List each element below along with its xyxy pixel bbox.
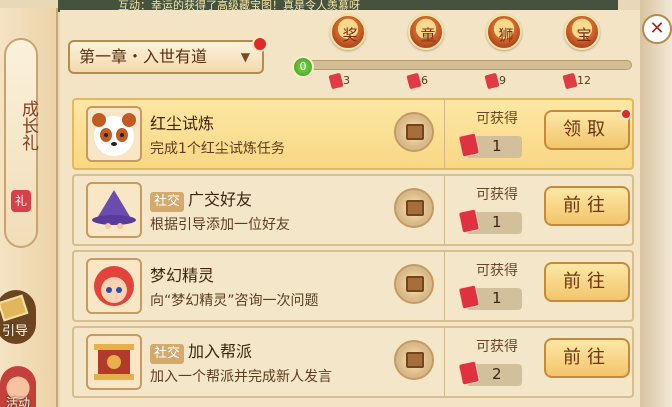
task-row: 梦幻精灵 向“梦幻精灵”咨询一次问题 可获得 1 前往	[72, 250, 634, 322]
social-tag: 社交	[150, 192, 185, 212]
milestone-count: 3	[343, 74, 350, 87]
milestone-count: 6	[421, 74, 428, 87]
red-envelope-icon	[328, 72, 344, 90]
task-description: 加入一个帮派并完成新人发言	[150, 369, 332, 385]
event-label: 活动	[5, 396, 30, 407]
milestone-icon: 童	[408, 14, 444, 50]
milestone-reward[interactable]: 奖 3	[328, 14, 368, 94]
obtain-label: 可获得	[476, 111, 518, 127]
task-title: 梦幻精灵	[150, 266, 215, 285]
reward-amount: 1	[457, 132, 522, 158]
milestone-count: 12	[577, 74, 591, 87]
task-description: 向“梦幻精灵”咨询一次问题	[150, 293, 319, 309]
task-row: 社交 加入帮派 加入一个帮派并完成新人发言 可获得 2 前往	[72, 326, 634, 398]
milestone-reward[interactable]: 宝 12	[562, 14, 602, 94]
guide-label: 引导	[1, 324, 28, 339]
obtain-label: 可获得	[476, 339, 518, 355]
go-button[interactable]: 前往	[544, 338, 630, 378]
claim-button[interactable]: 领取	[544, 108, 632, 150]
reward-amount: 1	[457, 284, 522, 310]
red-envelope-icon	[457, 360, 481, 386]
divider	[444, 176, 445, 244]
task-title: 社交 加入帮派	[150, 338, 252, 364]
mage-hat-icon	[86, 182, 142, 238]
go-button[interactable]: 前往	[544, 186, 630, 226]
book-reward-icon	[394, 112, 434, 152]
divider	[444, 100, 445, 168]
task-row: 社交 广交好友 根据引导添加一位好友 可获得 1 前往	[72, 174, 634, 246]
panda-icon	[86, 106, 142, 162]
notification-dot	[620, 108, 632, 120]
task-row: 红尘试炼 完成1个红尘试炼任务 可获得 1 领取	[72, 98, 634, 170]
chevron-down-icon: ▼	[240, 50, 250, 64]
task-description: 根据引导添加一位好友	[150, 217, 290, 233]
go-button[interactable]: 前往	[544, 262, 630, 302]
obtain-label: 可获得	[476, 263, 518, 279]
growth-gift-label: 成长礼	[18, 100, 38, 151]
book-reward-icon	[394, 264, 434, 304]
growth-gift-tab[interactable]: 成长礼 礼	[4, 38, 38, 248]
book-reward-icon	[394, 340, 434, 380]
milestone-reward[interactable]: 狮 9	[484, 14, 524, 94]
milestone-reward[interactable]: 童 6	[406, 14, 446, 94]
task-description: 完成1个红尘试炼任务	[150, 141, 285, 157]
milestone-icon: 狮	[486, 14, 522, 50]
divider	[444, 252, 445, 320]
red-envelope-icon	[562, 72, 578, 90]
reward-amount: 2	[457, 360, 522, 386]
reward-amount: 1	[457, 208, 522, 234]
notification-dot	[252, 36, 268, 52]
close-icon[interactable]: ✕	[642, 14, 672, 44]
task-panel: 第一章・入世有道 ▼ 0 奖 3 童 6 狮 9 宝 12 红尘试炼 完成1个红…	[60, 10, 640, 407]
divider	[444, 328, 445, 396]
chapter-label: 第一章・入世有道	[79, 47, 208, 66]
book-reward-icon	[394, 188, 434, 228]
red-envelope-icon	[457, 284, 481, 310]
guild-banner-icon	[86, 334, 142, 390]
book-icon	[0, 294, 29, 322]
obtain-label: 可获得	[476, 187, 518, 203]
red-envelope-icon	[406, 72, 422, 90]
red-envelope-icon	[484, 72, 500, 90]
social-tag: 社交	[150, 344, 185, 364]
milestone-count: 9	[499, 74, 506, 87]
task-title: 红尘试炼	[150, 114, 215, 133]
right-edge-panel	[640, 0, 672, 407]
spirit-girl-icon	[86, 258, 142, 314]
red-envelope-icon	[457, 208, 481, 234]
side-tab-panel: 成长礼 礼 引导 活动	[0, 8, 58, 407]
red-envelope-icon	[457, 132, 481, 158]
milestone-icon: 宝	[564, 14, 600, 50]
progress-indicator: 0	[292, 56, 314, 78]
chapter-select[interactable]: 第一章・入世有道 ▼	[68, 36, 268, 74]
task-title: 社交 广交好友	[150, 186, 252, 212]
milestone-icon: 奖	[330, 14, 366, 50]
gift-icon: 礼	[11, 190, 31, 212]
